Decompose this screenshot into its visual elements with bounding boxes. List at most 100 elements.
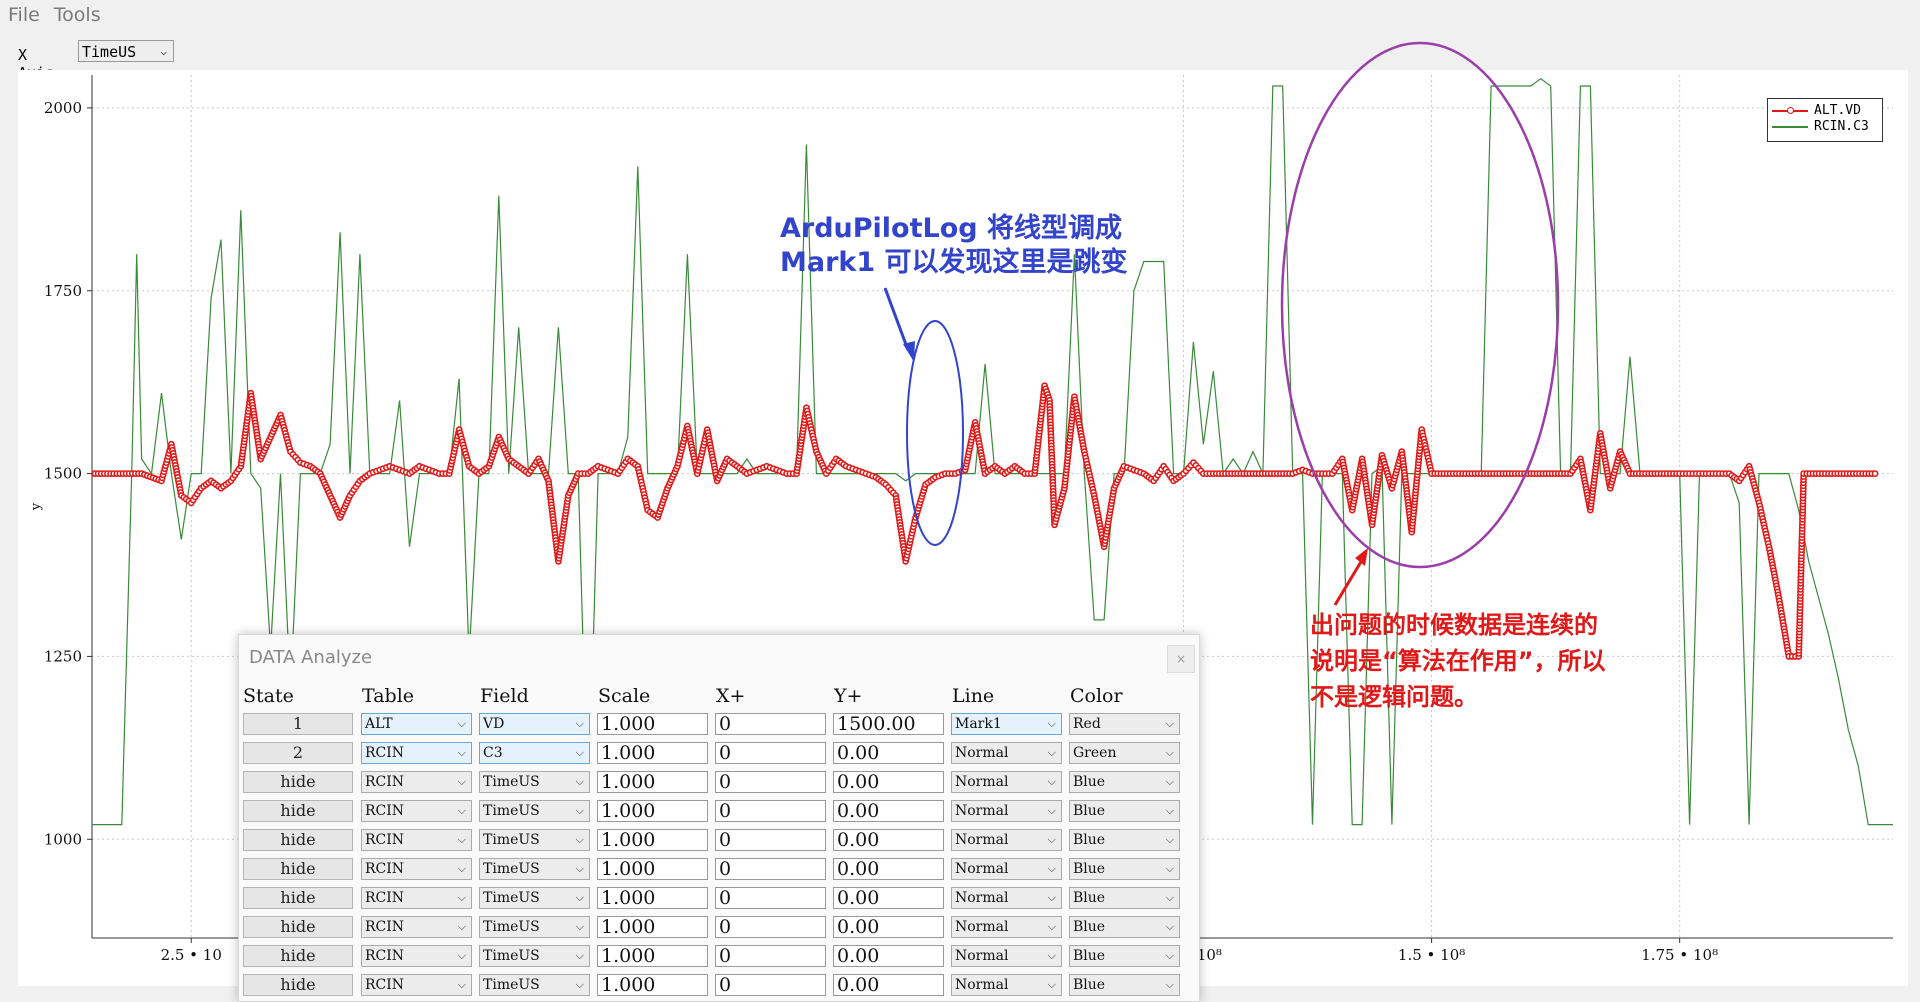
xplus-input[interactable]: 0 xyxy=(715,829,826,851)
state-button[interactable]: 2 xyxy=(243,742,353,764)
color-select[interactable]: Blue ⌵ xyxy=(1069,858,1180,880)
state-button[interactable]: hide xyxy=(243,771,353,793)
table-select[interactable]: ALT ⌵ xyxy=(361,713,472,735)
xplus-input[interactable]: 0 xyxy=(715,916,826,938)
state-button[interactable]: hide xyxy=(243,916,353,938)
scale-input[interactable]: 1.000 xyxy=(597,858,708,880)
line-style-select-value: Normal xyxy=(955,977,1009,993)
table-select[interactable]: RCIN ⌵ xyxy=(361,800,472,822)
color-select[interactable]: Blue ⌵ xyxy=(1069,974,1180,996)
field-select[interactable]: TimeUS ⌵ xyxy=(479,829,590,851)
table-select[interactable]: RCIN ⌵ xyxy=(361,858,472,880)
color-select[interactable]: Blue ⌵ xyxy=(1069,945,1180,967)
scale-input[interactable]: 1.000 xyxy=(597,713,708,735)
xplus-input[interactable]: 0 xyxy=(715,945,826,967)
xplus-input[interactable]: 0 xyxy=(715,771,826,793)
table-select[interactable]: RCIN ⌵ xyxy=(361,916,472,938)
state-button[interactable]: hide xyxy=(243,800,353,822)
blue-annotation-text: ArduPilotLog 将线型调成 Mark1 可以发现这里是跳变 xyxy=(780,212,1128,280)
yplus-input[interactable]: 0.00 xyxy=(833,916,944,938)
xplus-input[interactable]: 0 xyxy=(715,974,826,996)
yplus-input[interactable]: 0.00 xyxy=(833,829,944,851)
scale-input[interactable]: 1.000 xyxy=(597,887,708,909)
state-button[interactable]: hide xyxy=(243,858,353,880)
line-style-select[interactable]: Normal ⌵ xyxy=(951,887,1062,909)
chevron-down-icon: ⌵ xyxy=(1165,804,1174,817)
line-style-select-value: Normal xyxy=(955,774,1009,790)
scale-input[interactable]: 1.000 xyxy=(597,771,708,793)
field-select[interactable]: TimeUS ⌵ xyxy=(479,771,590,793)
field-select[interactable]: TimeUS ⌵ xyxy=(479,858,590,880)
close-icon[interactable]: × xyxy=(1167,645,1195,673)
line-style-select[interactable]: Normal ⌵ xyxy=(951,800,1062,822)
table-select-value: RCIN xyxy=(365,890,405,906)
field-select[interactable]: TimeUS ⌵ xyxy=(479,974,590,996)
yplus-input[interactable]: 0.00 xyxy=(833,858,944,880)
field-select[interactable]: TimeUS ⌵ xyxy=(479,916,590,938)
line-style-select[interactable]: Normal ⌵ xyxy=(951,742,1062,764)
chevron-down-icon: ⌵ xyxy=(575,978,584,991)
yplus-input[interactable]: 0.00 xyxy=(833,945,944,967)
header-scale: Scale xyxy=(598,685,651,707)
xplus-input[interactable]: 0 xyxy=(715,800,826,822)
yplus-input[interactable]: 1500.00 xyxy=(833,713,944,735)
line-style-select[interactable]: Normal ⌵ xyxy=(951,974,1062,996)
state-button[interactable]: 1 xyxy=(243,713,353,735)
scale-input[interactable]: 1.000 xyxy=(597,945,708,967)
color-select[interactable]: Green ⌵ xyxy=(1069,742,1180,764)
table-select[interactable]: RCIN ⌵ xyxy=(361,887,472,909)
state-button[interactable]: hide xyxy=(243,887,353,909)
line-style-select[interactable]: Normal ⌵ xyxy=(951,945,1062,967)
scale-input[interactable]: 1.000 xyxy=(597,800,708,822)
field-select[interactable]: TimeUS ⌵ xyxy=(479,887,590,909)
line-style-select[interactable]: Normal ⌵ xyxy=(951,916,1062,938)
color-select[interactable]: Red ⌵ xyxy=(1069,713,1180,735)
xplus-input[interactable]: 0 xyxy=(715,887,826,909)
color-select[interactable]: Blue ⌵ xyxy=(1069,800,1180,822)
chevron-down-icon: ⌵ xyxy=(457,746,466,759)
yplus-input[interactable]: 0.00 xyxy=(833,800,944,822)
line-style-select[interactable]: Mark1 ⌵ xyxy=(951,713,1062,735)
field-select[interactable]: TimeUS ⌵ xyxy=(479,945,590,967)
state-button-value: hide xyxy=(280,772,316,791)
y-tick-label: 1500 xyxy=(44,465,82,483)
xplus-input[interactable]: 0 xyxy=(715,858,826,880)
scale-input[interactable]: 1.000 xyxy=(597,742,708,764)
field-select[interactable]: TimeUS ⌵ xyxy=(479,800,590,822)
chevron-down-icon: ⌵ xyxy=(1047,775,1056,788)
table-select[interactable]: RCIN ⌵ xyxy=(361,742,472,764)
state-button[interactable]: hide xyxy=(243,945,353,967)
xplus-input[interactable]: 0 xyxy=(715,713,826,735)
color-select[interactable]: Blue ⌵ xyxy=(1069,887,1180,909)
scale-input[interactable]: 1.000 xyxy=(597,974,708,996)
chevron-down-icon: ⌵ xyxy=(575,920,584,933)
yplus-input[interactable]: 0.00 xyxy=(833,974,944,996)
chevron-down-icon: ⌵ xyxy=(457,833,466,846)
color-select[interactable]: Blue ⌵ xyxy=(1069,916,1180,938)
state-button[interactable]: hide xyxy=(243,974,353,996)
chevron-down-icon: ⌵ xyxy=(1047,862,1056,875)
table-select[interactable]: RCIN ⌵ xyxy=(361,829,472,851)
yplus-input-value: 0.00 xyxy=(837,974,880,996)
chart-legend: ALT.VD RCIN.C3 xyxy=(1767,98,1883,142)
yplus-input[interactable]: 0.00 xyxy=(833,742,944,764)
table-select[interactable]: RCIN ⌵ xyxy=(361,974,472,996)
table-select[interactable]: RCIN ⌵ xyxy=(361,771,472,793)
state-button[interactable]: hide xyxy=(243,829,353,851)
x-tick-label: 1.75 • 10⁸ xyxy=(1641,946,1718,964)
yplus-input[interactable]: 0.00 xyxy=(833,771,944,793)
scale-input[interactable]: 1.000 xyxy=(597,916,708,938)
table-select[interactable]: RCIN ⌵ xyxy=(361,945,472,967)
field-select[interactable]: C3 ⌵ xyxy=(479,742,590,764)
color-select[interactable]: Blue ⌵ xyxy=(1069,829,1180,851)
color-select[interactable]: Blue ⌵ xyxy=(1069,771,1180,793)
line-style-select[interactable]: Normal ⌵ xyxy=(951,829,1062,851)
xplus-input[interactable]: 0 xyxy=(715,742,826,764)
line-style-select[interactable]: Normal ⌵ xyxy=(951,771,1062,793)
field-select-value: TimeUS xyxy=(483,774,540,790)
field-select[interactable]: VD ⌵ xyxy=(479,713,590,735)
yplus-input[interactable]: 0.00 xyxy=(833,887,944,909)
scale-input[interactable]: 1.000 xyxy=(597,829,708,851)
blue-ellipse-annotation xyxy=(906,320,964,546)
line-style-select[interactable]: Normal ⌵ xyxy=(951,858,1062,880)
